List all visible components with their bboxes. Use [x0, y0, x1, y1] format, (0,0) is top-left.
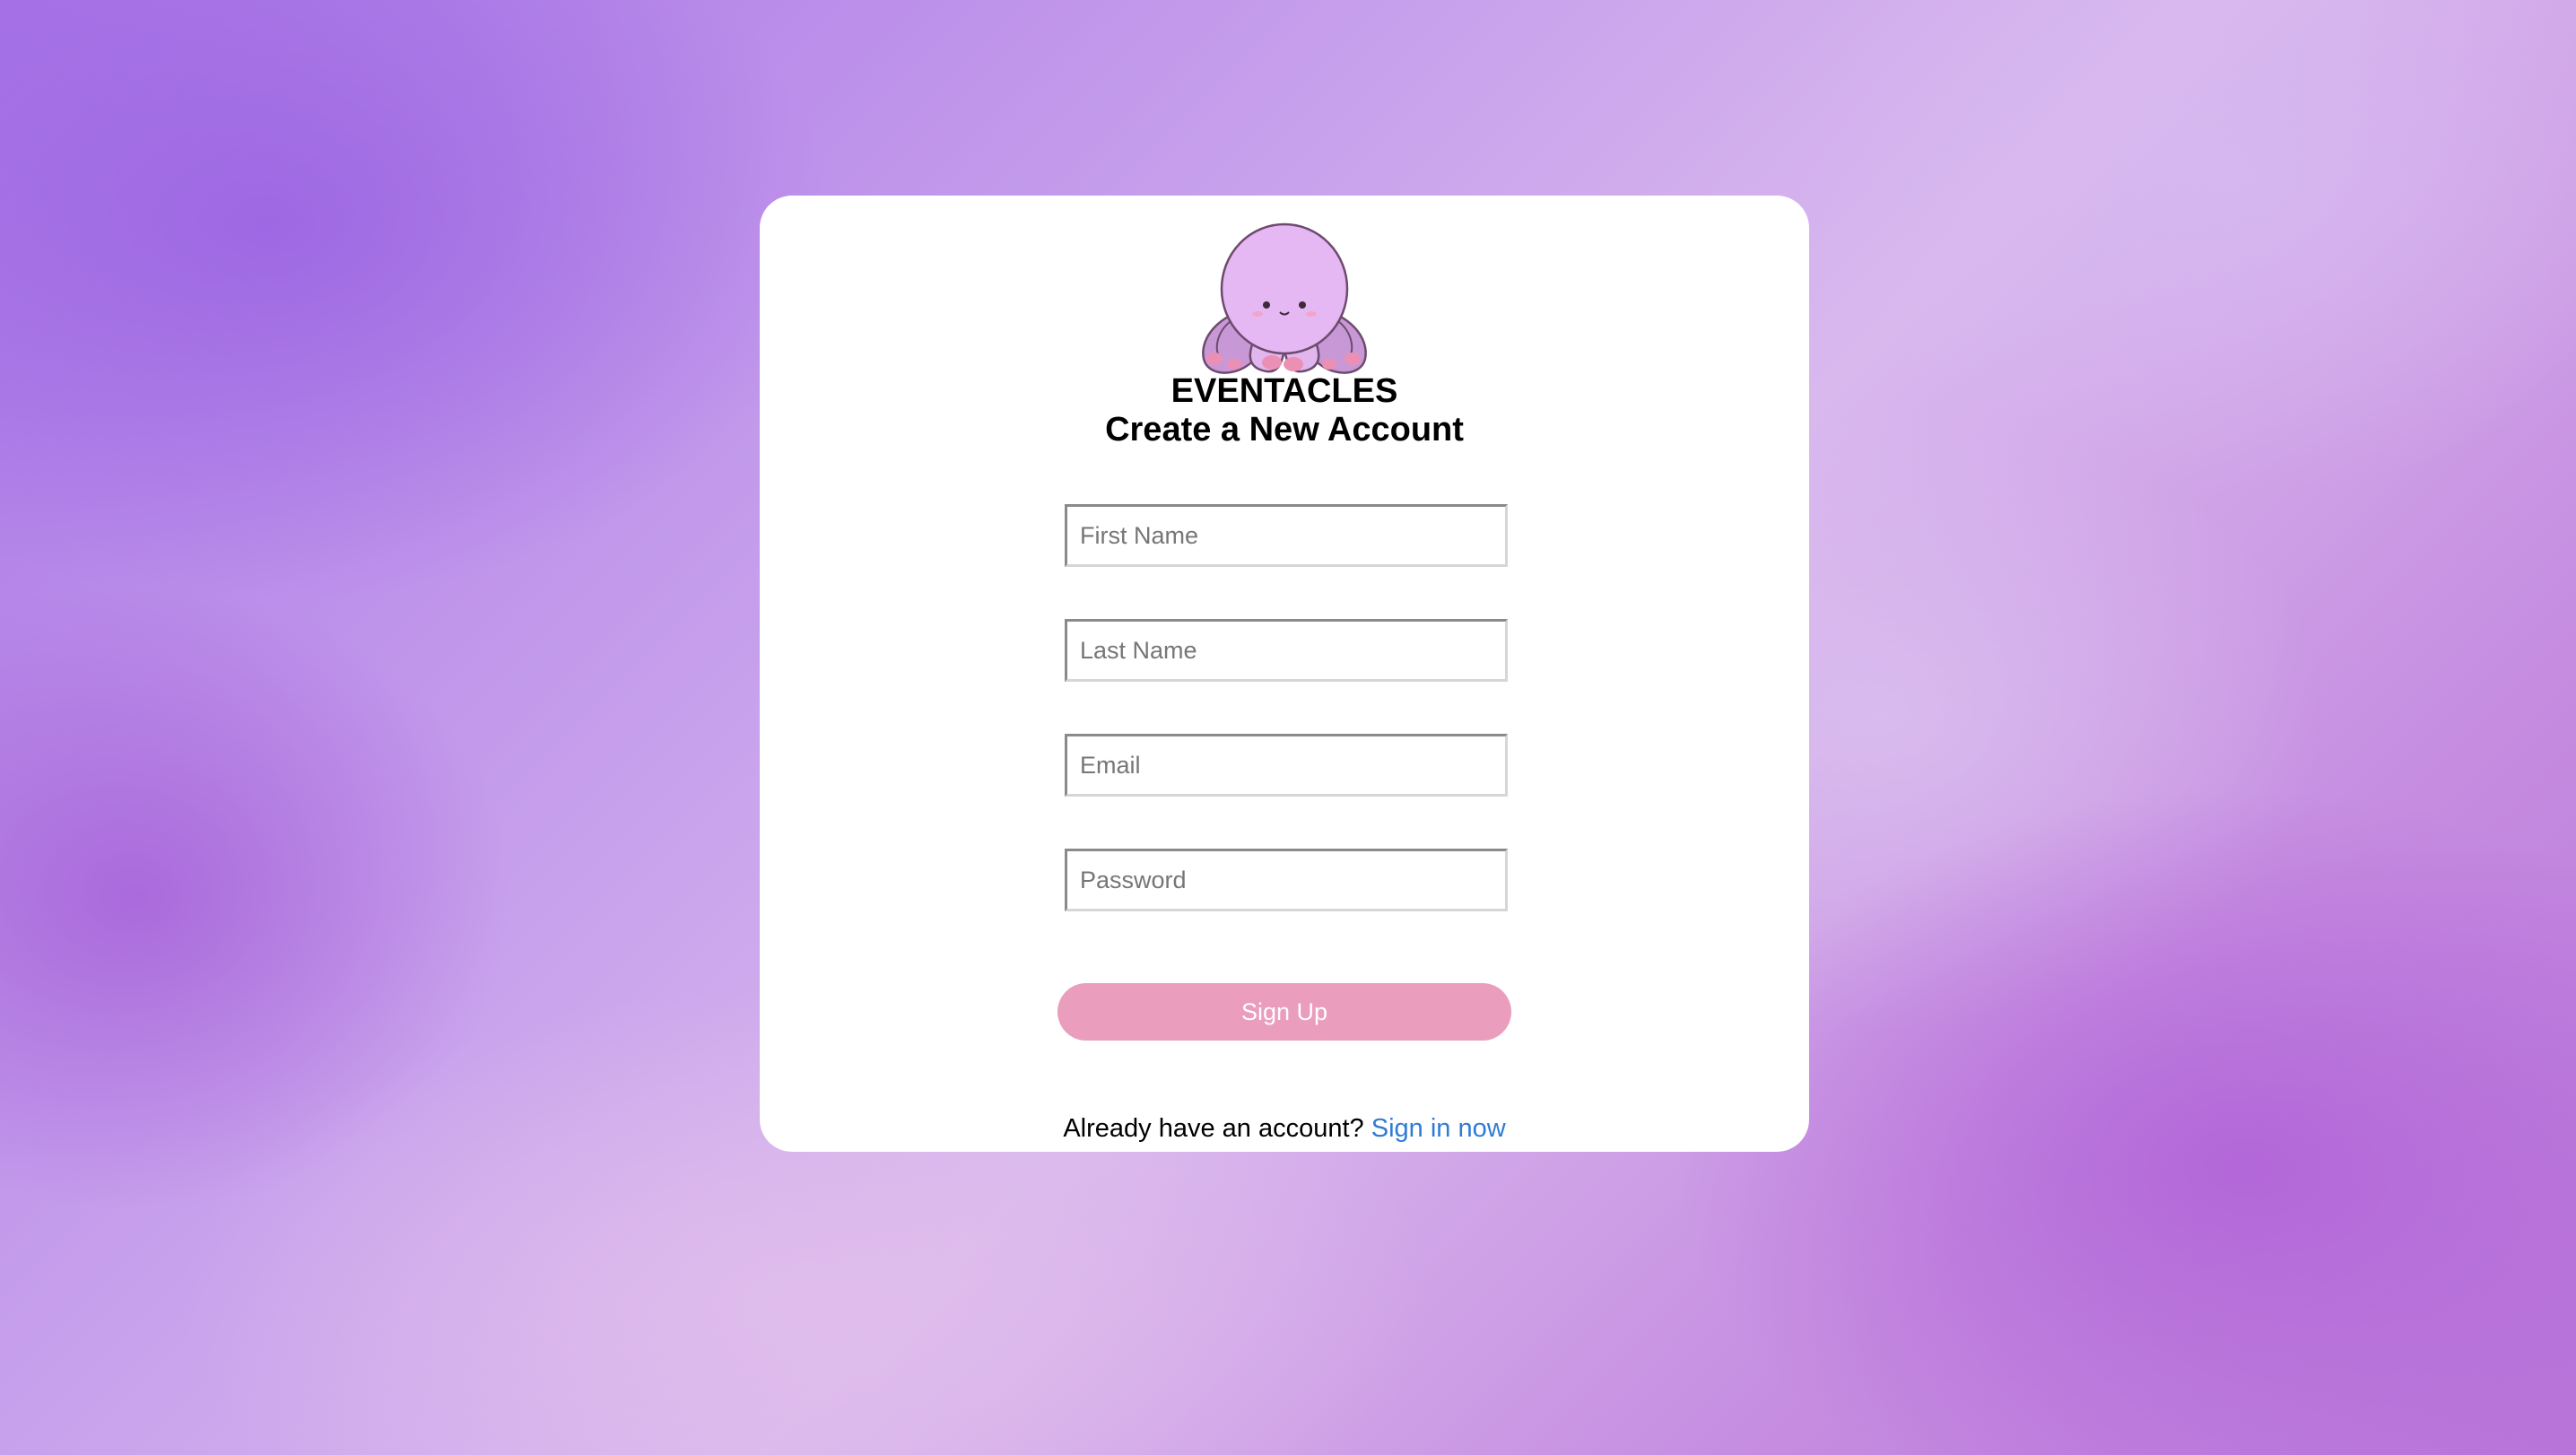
sign-in-prompt: Already have an account? Sign in now	[760, 1111, 1809, 1146]
brand-name: EVENTACLES	[1171, 372, 1398, 410]
signup-card: EVENTACLES Create a New Account Sign Up …	[760, 196, 1809, 1152]
octopus-icon	[1202, 222, 1367, 374]
email-input[interactable]	[1065, 734, 1508, 797]
last-name-input[interactable]	[1065, 619, 1508, 682]
sign-in-prompt-text: Already have an account?	[1063, 1114, 1364, 1143]
sign-up-button[interactable]: Sign Up	[1057, 983, 1511, 1041]
sign-in-link[interactable]: Sign in now	[1371, 1114, 1506, 1143]
password-input[interactable]	[1065, 849, 1508, 911]
first-name-input[interactable]	[1065, 504, 1508, 567]
page-title: Create a New Account	[1105, 411, 1464, 449]
